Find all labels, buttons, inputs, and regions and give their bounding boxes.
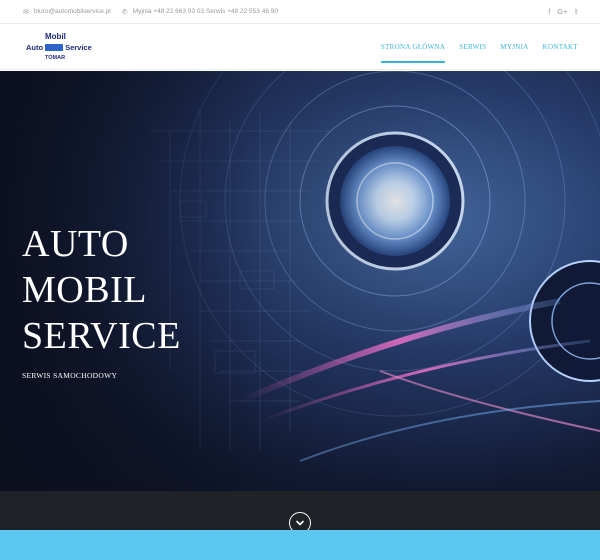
nav-item-kontakt[interactable]: KONTAKT [543,39,578,55]
facebook-icon[interactable]: f [548,7,550,16]
hero-banner: AUTO MOBIL SERVICE SERWIS SAMOCHODOWY [0,71,600,491]
nav-item-strona-glowna[interactable]: STRONA GŁÓWNA [380,39,446,63]
logo-line-auto-service: Auto Service [26,43,92,52]
logo-word-service: Service [65,42,92,52]
logo-line-tomar: TOMAR [45,54,66,61]
logo-word-auto: Auto [26,42,44,52]
nav-item-myjnia[interactable]: MYJNIA [500,39,528,55]
envelope-icon: ✉ [23,8,29,16]
social-links: f G+ 𝕥 [548,7,578,16]
hero-subtitle: SERWIS SAMOCHODOWY [22,371,118,380]
site-header: Mobil Auto Service TOMAR STRONA GŁÓWNA SE… [0,24,600,70]
phone-contact: ✆ Myjnia +48 22 663 93 03 Serwis +48 22 … [121,8,278,16]
next-section-band [0,530,600,560]
logo-line-mobil: Mobil [45,31,66,41]
hero-title-line: AUTO [22,223,129,265]
site-logo[interactable]: Mobil Auto Service TOMAR [26,30,96,64]
hero-title: AUTO MOBIL SERVICE [22,221,181,359]
email-contact[interactable]: ✉ biuro@automobilservice.pl [22,8,111,16]
top-contact-bar: ✉ biuro@automobilservice.pl ✆ Myjnia +48… [0,0,600,24]
hero-title-line: SERVICE [22,315,181,357]
twitter-icon[interactable]: 𝕥 [575,7,579,16]
phone-text: Myjnia +48 22 663 93 03 Serwis +48 22 55… [132,8,278,15]
hero-title-line: MOBIL [22,269,147,311]
logo-badge-icon [45,44,64,52]
main-nav: STRONA GŁÓWNA SERWIS MYJNIA KONTAKT [380,24,578,69]
email-text[interactable]: biuro@automobilservice.pl [34,8,111,15]
phone-icon: ✆ [121,8,128,16]
google-plus-icon[interactable]: G+ [557,7,567,16]
nav-item-serwis[interactable]: SERWIS [459,39,486,55]
chevron-down-icon [296,520,304,526]
